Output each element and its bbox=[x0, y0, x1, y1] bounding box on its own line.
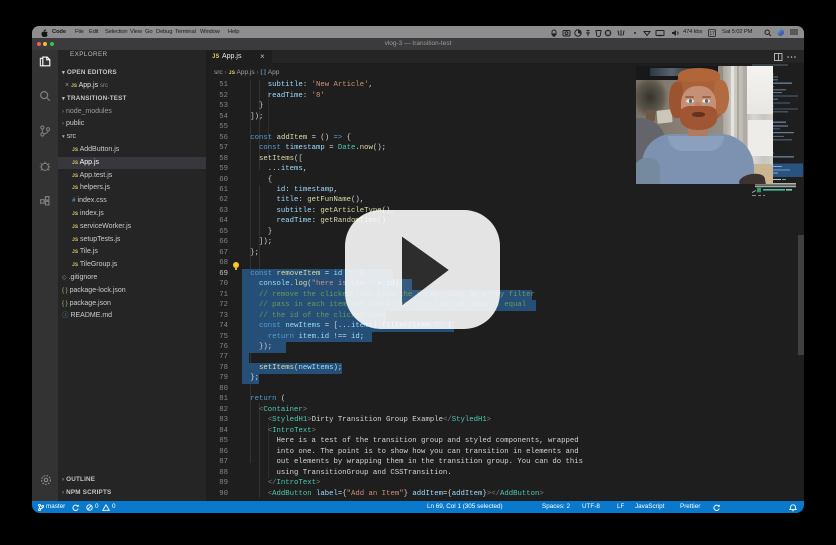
svg-text:17: 17 bbox=[709, 31, 715, 37]
